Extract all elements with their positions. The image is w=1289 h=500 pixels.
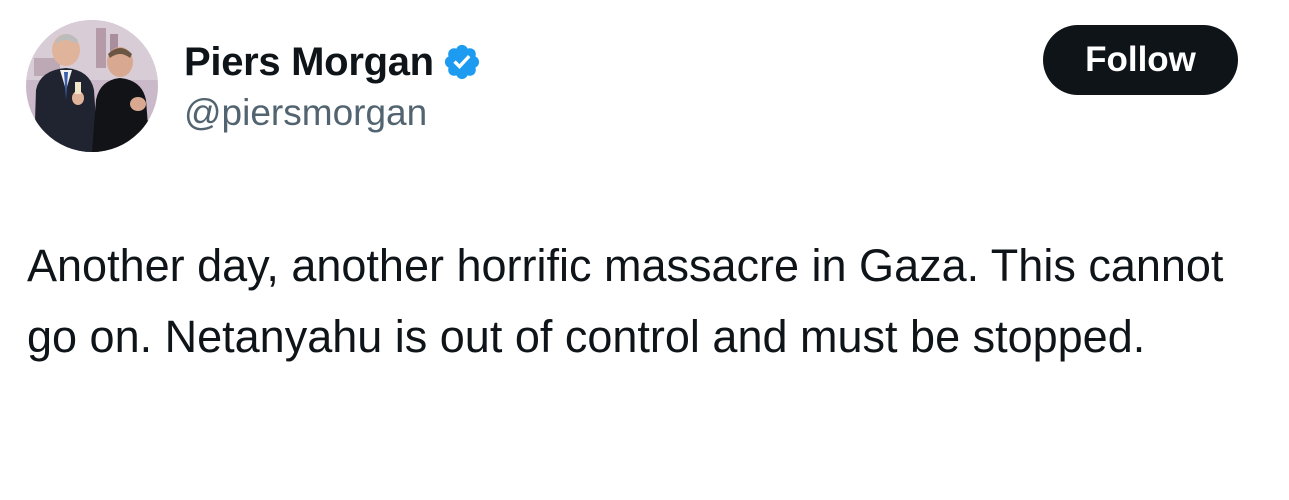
tweet-card: Piers Morgan @piersmorgan Follow Another… [0, 0, 1289, 500]
display-name[interactable]: Piers Morgan [184, 38, 434, 86]
tweet-text: Another day, another horrific massacre i… [27, 240, 1224, 362]
avatar-image [26, 20, 158, 152]
author-handle[interactable]: @piersmorgan [184, 90, 427, 136]
verified-badge-icon [442, 42, 482, 82]
avatar[interactable] [26, 20, 158, 152]
follow-button[interactable]: Follow [1043, 25, 1238, 95]
author-name-row: Piers Morgan [184, 38, 482, 86]
